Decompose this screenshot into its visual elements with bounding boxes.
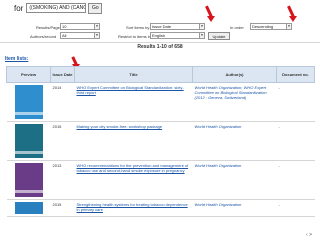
table-row: 2013 WHO recommendations for the prevent… [6,160,315,200]
go-button[interactable]: Go [88,2,103,14]
pager[interactable]: ‹ > [306,232,312,238]
title-link[interactable]: WHO Expert Committee on Biological Stand… [77,85,184,95]
title-header[interactable]: Title [74,66,193,83]
issue-date-cell: 2013 [50,160,75,200]
chevron-down-icon: ▼ [199,24,204,29]
preview-cell [6,160,51,200]
authors-select[interactable]: All ▼ [60,32,100,39]
table-row: 2015 Strengthening health systems for tr… [6,199,315,217]
cover-thumbnail[interactable] [14,85,43,119]
preview-header: Preview [6,66,51,83]
search-bar: for ((SMOKING) AND (CANC Go [14,2,103,14]
authors-label: Authors/record [30,34,57,39]
author-link[interactable]: World Health Organization; WHO Expert Co… [195,85,267,100]
search-input[interactable]: ((SMOKING) AND (CANC [26,3,87,13]
results-per-page-label: Results/Page [36,25,60,30]
title-link[interactable]: WHO recommendations for the prevention a… [77,163,189,173]
for-label: for [14,3,24,13]
results-table: Preview Issue Date Title Author(s) Docum… [6,66,315,217]
authors-header[interactable]: Author(s) [192,66,277,83]
author-link[interactable]: World Health Organization [195,202,242,207]
issue-date-cell: 2015 [50,121,75,161]
author-cell: World Health Organization [192,121,277,161]
cover-thumbnail[interactable] [14,124,43,158]
title-cell: Making your city smoke-free: workshop pa… [74,121,193,161]
author-cell: World Health Organization [192,160,277,200]
table-row: 2015 Making your city smoke-free: worksh… [6,121,315,161]
results-per-page-select[interactable]: 10 ▼ [60,23,100,30]
author-link[interactable]: World Health Organization [195,124,242,129]
doc-no-cell: - [276,121,315,161]
red-arrow-sort-icon [205,5,217,23]
chevron-down-icon: ▼ [94,24,99,29]
doc-no-cell: - [276,199,315,217]
author-cell: World Health Organization [192,199,277,217]
doc-no-cell: - [276,160,315,200]
sort-select[interactable]: Issue Date ▼ [150,23,205,30]
author-link[interactable]: World Health Organization [195,163,242,168]
issue-date-header[interactable]: Issue Date [50,66,75,83]
order-select[interactable]: Descending ▼ [250,23,292,30]
table-header-row: Preview Issue Date Title Author(s) Docum… [6,66,315,83]
author-cell: World Health Organization; WHO Expert Co… [192,82,277,122]
restrict-select[interactable]: English ▼ [150,32,205,39]
table-row: 2014 WHO Expert Committee on Biological … [6,82,315,122]
chevron-down-icon: ▼ [199,33,204,38]
preview-cell [6,82,51,122]
issue-date-cell: 2015 [50,199,75,217]
chevron-down-icon: ▼ [286,24,291,29]
issue-date-cell: 2014 [50,82,75,122]
doc-no-header: Document no. [276,66,315,83]
doc-no-cell: - [276,82,315,122]
restrict-label: Restrict to items in [118,34,151,39]
chevron-down-icon: ▼ [94,33,99,38]
item-lists-link[interactable]: Item lists: [5,56,28,62]
title-cell: WHO Expert Committee on Biological Stand… [74,82,193,122]
cover-thumbnail[interactable] [14,163,43,197]
results-summary: Results 1-10 of 658 [137,44,183,50]
preview-cell [6,199,51,217]
title-cell: Strengthening health systems for treatin… [74,199,193,217]
update-button[interactable]: Update [208,32,230,40]
red-arrow-order-icon [287,5,299,23]
preview-cell [6,121,51,161]
order-label: In order [230,25,244,30]
title-link[interactable]: Making your city smoke-free: workshop pa… [77,124,163,129]
divider [0,42,320,43]
title-cell: WHO recommendations for the prevention a… [74,160,193,200]
sort-label: Sort items by [126,25,150,30]
cover-thumbnail[interactable] [14,202,43,214]
title-link[interactable]: Strengthening health systems for treatin… [77,202,188,212]
